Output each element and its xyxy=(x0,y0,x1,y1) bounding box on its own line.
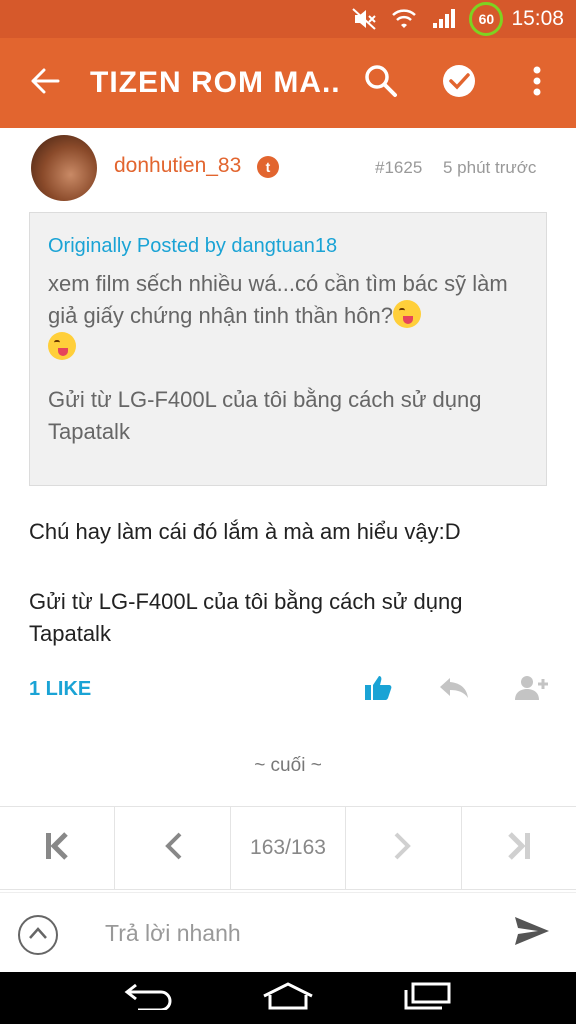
reply-arrow-icon xyxy=(438,676,470,705)
page-count: 163/163 xyxy=(250,836,326,860)
mute-icon xyxy=(351,7,377,31)
recents-nav-icon xyxy=(403,982,451,1015)
tapatalk-badge-icon: t xyxy=(257,156,279,178)
tongue-emoji-icon xyxy=(48,332,76,360)
mark-read-button[interactable] xyxy=(420,38,498,128)
post-time: 5 phút trước xyxy=(443,158,537,177)
send-icon xyxy=(514,916,550,951)
quote-author-link[interactable]: Originally Posted by dangtuan18 xyxy=(48,235,528,258)
quote-signature: Gửi từ LG-F400L của tôi bằng cách sử dụn… xyxy=(48,387,482,444)
avatar[interactable] xyxy=(31,135,97,201)
overflow-menu-icon xyxy=(533,66,541,101)
quote-text-block: xem film sếch nhiều wá...có cần tìm bác … xyxy=(48,268,528,364)
system-nav-bar xyxy=(0,972,576,1024)
page-selector[interactable]: 163/163 xyxy=(231,807,347,889)
send-button[interactable] xyxy=(510,913,554,953)
last-page-icon xyxy=(506,831,532,866)
first-page-icon xyxy=(44,831,70,866)
quote-text: xem film sếch nhiều wá...có cần tìm bác … xyxy=(48,271,508,328)
like-count[interactable]: 1 LIKE xyxy=(29,678,91,701)
first-page-button[interactable] xyxy=(0,807,116,889)
quick-reply-input[interactable] xyxy=(105,913,485,953)
chevron-right-icon xyxy=(393,831,413,866)
thumbs-up-icon xyxy=(364,675,392,706)
home-nav-icon xyxy=(262,981,314,1015)
back-button[interactable] xyxy=(0,38,90,128)
chevron-up-icon xyxy=(28,926,48,945)
tongue-emoji-icon xyxy=(393,300,421,328)
end-of-thread-label: ~ cuối ~ xyxy=(254,755,322,776)
back-nav-icon xyxy=(124,982,174,1015)
search-icon xyxy=(364,64,398,103)
status-bar: 60 15:08 xyxy=(0,0,576,38)
system-back-button[interactable] xyxy=(119,978,179,1018)
post-body: Chú hay làm cái đó lắm à mà am hiểu vậy:… xyxy=(29,519,461,544)
next-page-button[interactable] xyxy=(346,807,462,889)
overflow-menu-button[interactable] xyxy=(498,38,576,128)
check-circle-icon xyxy=(442,64,476,103)
page-title: TIZEN ROM MA... xyxy=(90,66,342,99)
previous-page-button[interactable] xyxy=(115,807,231,889)
page-count-text: 163/163 xyxy=(250,836,326,859)
chevron-left-icon xyxy=(163,831,183,866)
username-link[interactable]: donhutien_83 xyxy=(114,154,241,178)
back-arrow-icon xyxy=(30,68,60,99)
quote-block: Originally Posted by dangtuan18 xem film… xyxy=(29,212,547,486)
post-header: donhutien_83 t #1625 5 phút trước xyxy=(0,128,576,210)
wifi-icon xyxy=(391,8,417,30)
last-page-button[interactable] xyxy=(462,807,576,889)
like-button[interactable] xyxy=(358,672,398,708)
system-recents-button[interactable] xyxy=(397,978,457,1018)
battery-badge: 60 xyxy=(469,2,504,36)
search-button[interactable] xyxy=(342,38,420,128)
signal-icon xyxy=(431,8,457,30)
app-bar: TIZEN ROM MA... xyxy=(0,38,576,128)
clock: 15:08 xyxy=(511,7,564,30)
post-number: #1625 xyxy=(375,158,423,177)
quick-reply-bar xyxy=(0,892,576,972)
follow-user-button[interactable] xyxy=(512,672,552,708)
reply-button[interactable] xyxy=(434,672,474,708)
post-signature: Gửi từ LG-F400L của tôi bằng cách sử dụn… xyxy=(29,589,463,646)
add-person-icon xyxy=(515,675,549,706)
system-home-button[interactable] xyxy=(258,978,318,1018)
pagination-bar: 163/163 xyxy=(0,806,576,890)
expand-reply-button[interactable] xyxy=(18,915,58,955)
